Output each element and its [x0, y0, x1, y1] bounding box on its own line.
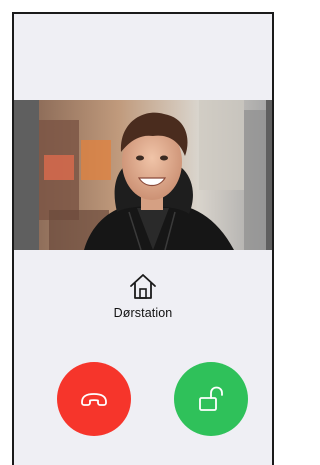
station-info: Dørstation: [14, 272, 272, 320]
phone-hangup-icon: [81, 393, 107, 406]
unlock-button[interactable]: [174, 362, 248, 436]
unlock-icon: [199, 386, 223, 411]
hangup-button[interactable]: [57, 362, 131, 436]
station-label: Dørstation: [113, 306, 173, 320]
intercom-screen: Dørstation: [12, 12, 274, 465]
caller-video[interactable]: [39, 100, 266, 250]
video-panel: [14, 100, 272, 250]
caller-image: [39, 100, 266, 250]
home-icon: [130, 274, 156, 299]
